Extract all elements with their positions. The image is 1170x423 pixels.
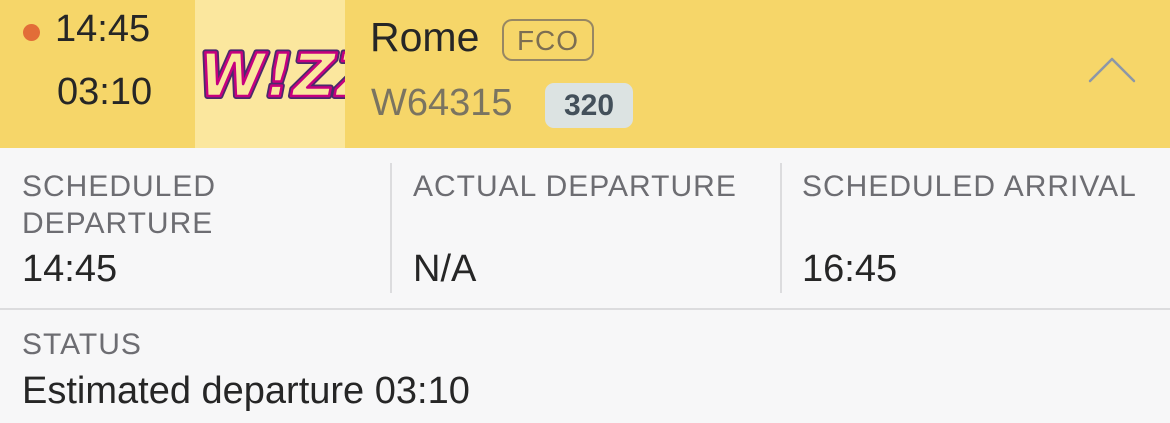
status-dot-indicator [23,24,40,41]
estimated-time: 03:10 [57,71,153,113]
flight-number: W64315 [371,82,513,124]
scheduled-time: 14:45 [55,8,151,50]
scheduled-arrival-value: 16:45 [802,248,898,290]
wizz-logo-icon: W!ZZ W!ZZ [196,38,345,110]
status-value: Estimated departure 03:10 [22,370,470,412]
scheduled-arrival-label: SCHEDULED ARRIVAL [802,170,1137,203]
column-divider [780,163,782,293]
actual-departure-label: ACTUAL DEPARTURE [413,170,737,203]
status-label: STATUS [22,328,142,361]
airport-code-badge: FCO [502,19,594,61]
flight-header[interactable]: 14:45 03:10 W!ZZ W!ZZ Rome FCO W64315 32… [0,0,1170,148]
airline-logo: W!ZZ W!ZZ [195,0,345,148]
column-divider [390,163,392,293]
status-section: STATUS Estimated departure 03:10 [0,310,1170,423]
scheduled-departure-value: 14:45 [22,248,118,290]
scheduled-departure-label: SCHEDULED DEPARTURE [22,170,217,240]
destination-city: Rome [370,14,480,60]
actual-departure-value: N/A [413,248,477,290]
flight-times: 14:45 03:10 [0,0,195,148]
aircraft-type-badge: 320 [545,83,633,128]
flight-details: SCHEDULED DEPARTURE 14:45 ACTUAL DEPARTU… [0,148,1170,308]
chevron-up-icon[interactable] [1087,54,1137,84]
svg-text:W!ZZ: W!ZZ [199,41,345,110]
